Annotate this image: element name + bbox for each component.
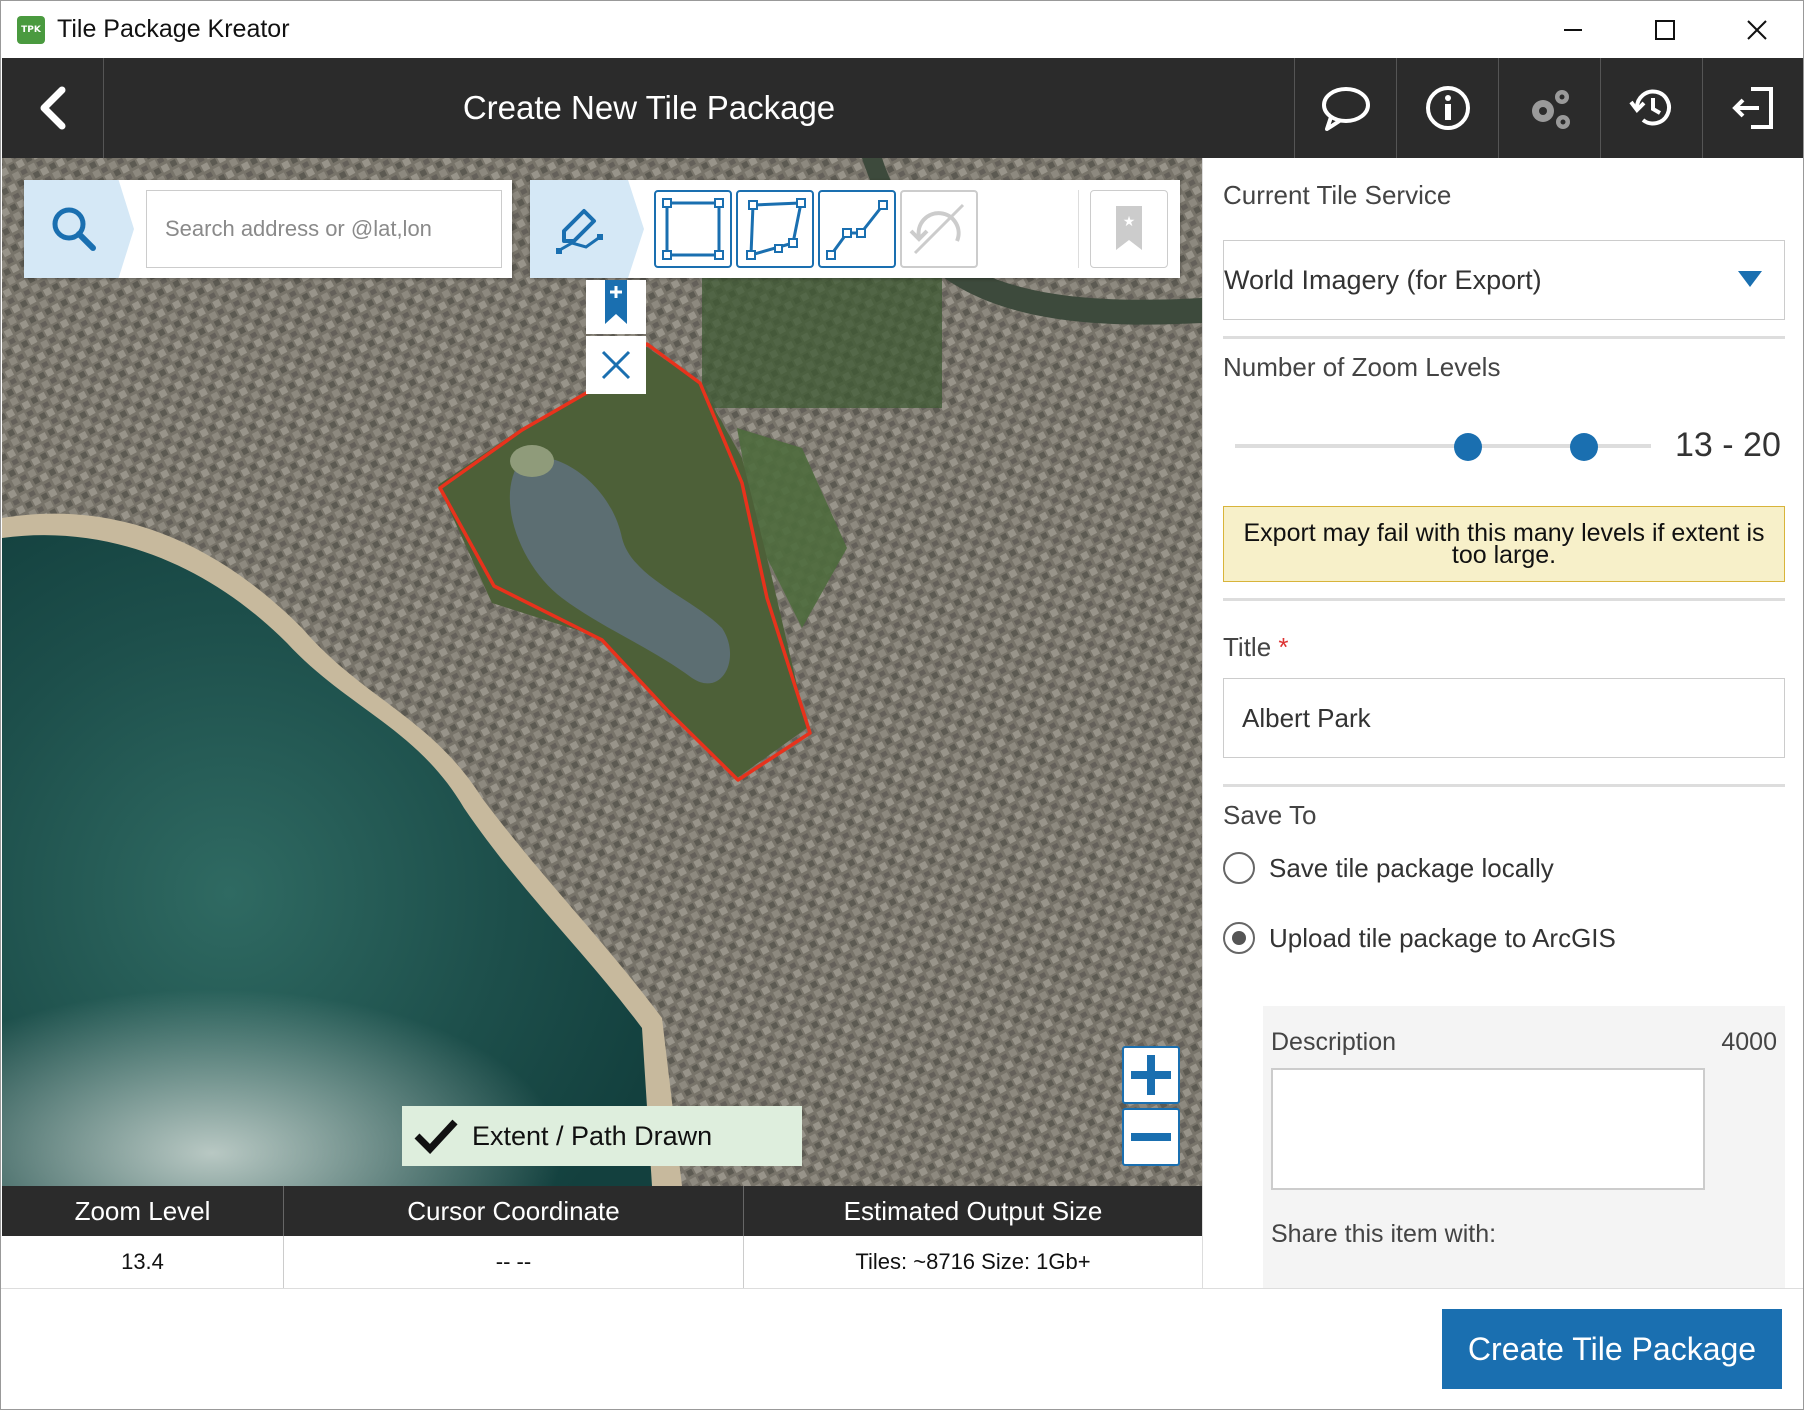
bookmark-icon: ★ bbox=[1116, 206, 1142, 250]
chevron-left-icon bbox=[40, 86, 65, 130]
table-row: 13.4 -- -- Tiles: ~8716 Size: 1Gb+ bbox=[2, 1236, 1202, 1288]
close-button[interactable] bbox=[1711, 1, 1803, 59]
upload-label: Upload tile package to ArcGIS bbox=[1269, 922, 1616, 953]
search-icon bbox=[52, 207, 96, 251]
column-header: Zoom Level bbox=[2, 1186, 284, 1236]
description-char-count: 4000 bbox=[1721, 1028, 1777, 1056]
save-locally-option[interactable]: Save tile package locally bbox=[1223, 852, 1554, 884]
speech-bubble-icon bbox=[1321, 87, 1370, 131]
zoom-levels-label: Number of Zoom Levels bbox=[1223, 352, 1501, 382]
minus-icon bbox=[1131, 1133, 1171, 1141]
add-bookmark-button[interactable] bbox=[586, 280, 646, 334]
header-actions bbox=[1294, 58, 1804, 158]
app-title: Tile Package Kreator bbox=[57, 15, 290, 43]
sign-out-icon bbox=[1731, 87, 1773, 129]
minimize-button[interactable] bbox=[1527, 1, 1619, 59]
upload-option[interactable]: Upload tile package to ArcGIS bbox=[1223, 922, 1616, 954]
gears-icon bbox=[1531, 90, 1570, 129]
plus-icon bbox=[1131, 1055, 1171, 1095]
close-icon bbox=[601, 350, 631, 380]
create-tile-package-button[interactable]: Create Tile Package bbox=[1442, 1309, 1782, 1389]
maximize-button[interactable] bbox=[1619, 1, 1711, 59]
share-label: Share this item with: bbox=[1271, 1220, 1497, 1248]
tile-service-value: World Imagery (for Export) bbox=[1224, 264, 1542, 295]
bookmarks-button[interactable]: ★ bbox=[1090, 190, 1168, 268]
zoom-warning: Export may fail with this many levels if… bbox=[1223, 506, 1785, 582]
rectangle-tool-icon bbox=[662, 198, 724, 260]
map-view[interactable]: ★ Extent / Path Drawn bbox=[2, 158, 1202, 1186]
cursor-coordinate-value: -- -- bbox=[284, 1236, 744, 1288]
back-button[interactable] bbox=[2, 58, 104, 158]
zoom-level-value: 13.4 bbox=[2, 1236, 284, 1288]
bookmark-add-icon bbox=[605, 280, 627, 324]
history-icon bbox=[1628, 89, 1671, 126]
info-table: Zoom Level Cursor Coordinate Estimated O… bbox=[2, 1186, 1202, 1288]
pencil-icon bbox=[556, 209, 603, 254]
draw-toolbar: ★ bbox=[530, 180, 1180, 278]
settings-button[interactable] bbox=[1498, 58, 1600, 158]
upload-radio[interactable] bbox=[1223, 922, 1255, 954]
search-box bbox=[24, 180, 512, 278]
toolbar-divider bbox=[1078, 190, 1079, 268]
window-controls bbox=[1527, 1, 1803, 59]
polygon-tool-icon bbox=[746, 198, 806, 260]
minimize-icon bbox=[1564, 29, 1582, 31]
settings-panel: Current Tile Service World Imagery (for … bbox=[1202, 158, 1804, 1288]
save-locally-label: Save tile package locally bbox=[1269, 852, 1554, 883]
zoom-range-value: 13 - 20 bbox=[1675, 426, 1781, 464]
upload-details: Description 4000 Share this item with: bbox=[1263, 1006, 1785, 1288]
divider bbox=[1223, 784, 1785, 787]
history-button[interactable] bbox=[1600, 58, 1702, 158]
checkmark-icon bbox=[410, 1118, 462, 1154]
app-logo: TPK bbox=[17, 15, 45, 44]
slider-handle-min[interactable] bbox=[1453, 433, 1482, 461]
extent-status-badge: Extent / Path Drawn bbox=[402, 1106, 802, 1166]
draw-mode-button[interactable] bbox=[530, 180, 644, 278]
column-header: Estimated Output Size bbox=[843, 1195, 1103, 1226]
title-input[interactable] bbox=[1223, 678, 1785, 758]
info-button[interactable] bbox=[1396, 58, 1498, 158]
window-titlebar: TPK Tile Package Kreator bbox=[0, 0, 1804, 58]
divider bbox=[1223, 598, 1785, 601]
clear-extent-button[interactable] bbox=[586, 336, 646, 394]
search-button[interactable] bbox=[24, 180, 134, 278]
estimated-size-value: Tiles: ~8716 Size: 1Gb+ bbox=[855, 1249, 1091, 1274]
info-table-header: Zoom Level Cursor Coordinate Estimated O… bbox=[2, 1186, 1202, 1236]
undo-redo-button[interactable] bbox=[900, 190, 978, 268]
slider-handle-max[interactable] bbox=[1570, 433, 1599, 461]
svg-text:★: ★ bbox=[1123, 214, 1136, 230]
undo-redo-icon bbox=[909, 203, 965, 255]
maximize-icon bbox=[1655, 20, 1675, 40]
sign-out-button[interactable] bbox=[1702, 58, 1804, 158]
search-input[interactable] bbox=[146, 190, 502, 268]
save-locally-radio[interactable] bbox=[1223, 852, 1255, 884]
save-to-label: Save To bbox=[1223, 800, 1317, 830]
polygon-tool-button[interactable] bbox=[736, 190, 814, 268]
rectangle-tool-button[interactable] bbox=[654, 190, 732, 268]
close-icon bbox=[1747, 20, 1767, 40]
tile-service-select[interactable]: World Imagery (for Export) bbox=[1223, 240, 1785, 320]
app-header: Create New Tile Package bbox=[2, 58, 1804, 158]
tile-service-label: Current Tile Service bbox=[1223, 180, 1452, 210]
title-label: Title * bbox=[1223, 632, 1289, 663]
zoom-in-button[interactable] bbox=[1122, 1046, 1180, 1104]
info-icon bbox=[1425, 86, 1470, 130]
divider bbox=[1223, 336, 1785, 339]
description-textarea[interactable] bbox=[1271, 1068, 1705, 1190]
description-label: Description bbox=[1271, 1028, 1397, 1056]
title-label-text: Title bbox=[1223, 632, 1272, 662]
page-title: Create New Tile Package bbox=[462, 89, 836, 126]
dropdown-arrow-icon bbox=[1738, 271, 1762, 287]
polyline-tool-icon bbox=[826, 200, 888, 260]
required-marker: * bbox=[1278, 632, 1289, 662]
extent-status-text: Extent / Path Drawn bbox=[472, 1120, 713, 1151]
zoom-out-button[interactable] bbox=[1122, 1108, 1180, 1166]
column-header: Cursor Coordinate bbox=[284, 1186, 744, 1236]
feedback-button[interactable] bbox=[1294, 58, 1396, 158]
footer-bar: Create Tile Package bbox=[0, 1288, 1804, 1410]
polyline-tool-button[interactable] bbox=[818, 190, 896, 268]
